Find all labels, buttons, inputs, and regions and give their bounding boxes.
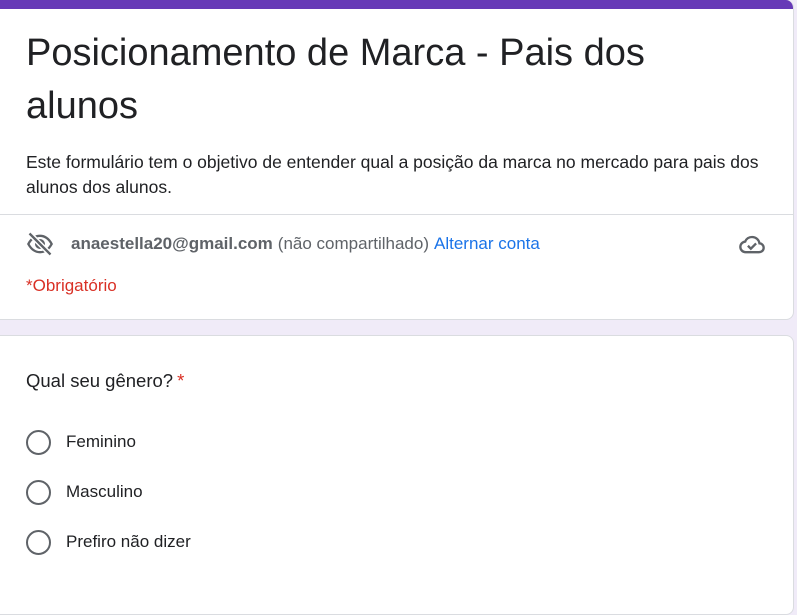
account-email: anaestella20@gmail.com xyxy=(71,234,273,253)
question-text: Qual seu gênero? xyxy=(26,370,174,391)
eye-off-icon xyxy=(26,230,54,258)
cloud-check-icon[interactable] xyxy=(738,230,766,258)
radio-button[interactable] xyxy=(26,479,51,505)
option-label: Feminino xyxy=(66,432,136,451)
option-prefiro-nao-dizer[interactable]: Prefiro não dizer xyxy=(26,529,191,555)
radio-button[interactable] xyxy=(26,429,51,455)
form-title: Posicionamento de Marca - Pais dos aluno… xyxy=(26,32,645,127)
option-label: Prefiro não dizer xyxy=(66,532,191,551)
account-row: anaestella20@gmail.com (não compartilhad… xyxy=(26,228,766,260)
option-masculino[interactable]: Masculino xyxy=(26,479,143,505)
option-feminino[interactable]: Feminino xyxy=(26,429,136,455)
accent-bar xyxy=(0,0,793,9)
question-title: Qual seu gênero? * xyxy=(26,370,184,392)
option-label: Masculino xyxy=(66,482,143,501)
form-header-card: Posicionamento de Marca - Pais dos aluno… xyxy=(0,0,794,320)
form-description: Este formulário tem o objetivo de entend… xyxy=(26,152,759,197)
divider xyxy=(0,214,793,215)
account-status: (não compartilhado) xyxy=(277,234,429,253)
required-star: * xyxy=(177,370,185,391)
required-note: *Obrigatório xyxy=(26,276,117,295)
question-card: Qual seu gênero? * Feminino Masculino Pre… xyxy=(0,335,794,615)
switch-account-link[interactable]: Alternar conta xyxy=(434,234,540,254)
radio-button[interactable] xyxy=(26,529,51,555)
